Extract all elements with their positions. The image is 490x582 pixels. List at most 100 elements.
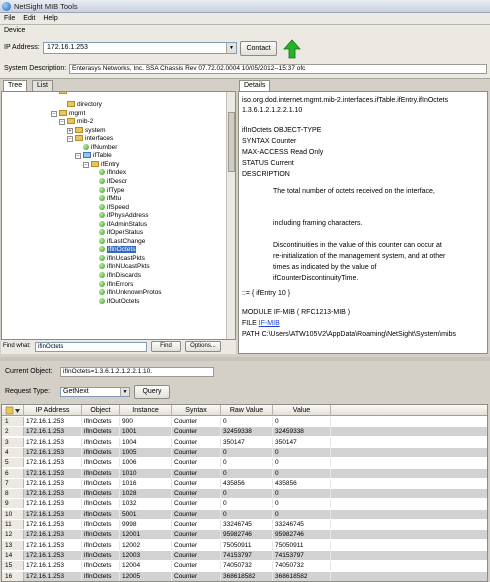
tree-node-ifentry[interactable]: ifEntry bbox=[91, 160, 119, 169]
tree-node-ifinunknownprotos[interactable]: ifInUnknownProtos bbox=[99, 289, 162, 297]
row-number: 8 bbox=[2, 489, 24, 499]
tree-node-directory[interactable]: directory bbox=[67, 101, 102, 109]
tree-node-interfaces[interactable]: interfaces bbox=[75, 135, 113, 143]
table-cell: 368618582 bbox=[273, 571, 331, 581]
tab-tree[interactable]: Tree bbox=[3, 80, 28, 91]
tab-list[interactable]: List bbox=[32, 80, 53, 91]
table-row[interactable]: 15 172.16.1.253 ifInOctets 12004 Counter 7405… bbox=[2, 561, 487, 571]
table-cell: 1005 bbox=[120, 447, 172, 457]
ip-address-value: 172.16.1.253 bbox=[47, 44, 88, 51]
tree-expander[interactable]: − bbox=[59, 119, 65, 126]
folder-icon bbox=[75, 135, 83, 142]
device-group-label: Device bbox=[4, 27, 26, 34]
table-cell: ifInOctets bbox=[82, 550, 120, 560]
col-instance[interactable]: Instance bbox=[120, 405, 172, 416]
tree-scroll-thumb[interactable] bbox=[228, 112, 235, 172]
tree-node-ifinerrors[interactable]: ifInErrors bbox=[99, 280, 133, 289]
tree-node-ifnumber[interactable]: ifNumber bbox=[83, 143, 117, 152]
tree-node-ifspeed[interactable]: ifSpeed bbox=[99, 203, 129, 212]
tree-node-iftype[interactable]: ifType bbox=[99, 186, 124, 195]
find-input[interactable]: ifInOctets bbox=[35, 342, 147, 352]
ip-address-combo[interactable]: 172.16.1.253 ▼ bbox=[43, 42, 237, 54]
leaf-node-icon bbox=[99, 169, 105, 176]
table-cell: 172.16.1.253 bbox=[24, 417, 82, 426]
chevron-down-icon[interactable]: ▼ bbox=[226, 43, 236, 53]
tree-node-ifadminstatus[interactable]: ifAdminStatus bbox=[99, 220, 147, 229]
table-cell: Counter bbox=[172, 509, 221, 519]
table-row[interactable]: 4 172.16.1.253 ifInOctets 1005 Counter 0 0 bbox=[2, 447, 487, 457]
contact-button[interactable]: Contact bbox=[240, 41, 277, 56]
row-number: 7 bbox=[2, 478, 24, 488]
table-row[interactable]: 5 172.16.1.253 ifInOctets 1006 Counter 0 0 bbox=[2, 458, 487, 468]
chevron-down-icon[interactable]: ▼ bbox=[120, 388, 129, 396]
left-tabs: Tree List bbox=[1, 80, 61, 91]
up-arrow-icon[interactable] bbox=[283, 39, 301, 59]
tree-expander[interactable]: − bbox=[75, 153, 81, 160]
tree-node-ifindex[interactable]: ifIndex bbox=[99, 169, 126, 177]
tree-node-ifmtu[interactable]: ifMtu bbox=[99, 195, 121, 203]
table-cell: 0 bbox=[221, 499, 273, 509]
col-syntax[interactable]: Syntax bbox=[172, 405, 221, 416]
header-icon-cell[interactable] bbox=[2, 405, 24, 416]
tree-node-iflastchange[interactable]: ifLastChange bbox=[99, 237, 145, 246]
tree-node-label: ifInNUcastPkts bbox=[107, 263, 150, 271]
table-row[interactable]: 11 172.16.1.253 ifInOctets 9998 Counter 33246… bbox=[2, 520, 487, 529]
splitter[interactable] bbox=[0, 357, 490, 361]
table-row[interactable]: 7 172.16.1.253 ifInOctets 1016 Counter 435856… bbox=[2, 478, 487, 488]
table-cell: 1004 bbox=[120, 437, 172, 447]
table-row[interactable]: 2 172.16.1.253 ifInOctets 1001 Counter 324593… bbox=[2, 427, 487, 437]
tree-expander[interactable]: − bbox=[83, 161, 89, 168]
table-row[interactable]: 16 172.16.1.253 ifInOctets 12005 Counter 3686… bbox=[2, 571, 487, 581]
table-row[interactable]: 1 172.16.1.253 ifInOctets 900 Counter 0 0 bbox=[2, 417, 487, 426]
table-row[interactable]: 8 172.16.1.253 ifInOctets 1028 Counter 0 0 bbox=[2, 489, 487, 499]
request-type-select[interactable]: GetNext ▼ bbox=[60, 387, 130, 397]
tree-node-mgmt[interactable]: mgmt bbox=[59, 109, 85, 118]
tree-node-ifoutoctets[interactable]: ifOutOctets bbox=[99, 297, 140, 306]
table-cell: Counter bbox=[172, 427, 221, 437]
table-row[interactable]: 13 172.16.1.253 ifInOctets 12002 Counter 7505… bbox=[2, 540, 487, 550]
options-button[interactable]: Options... bbox=[185, 341, 221, 352]
col-raw-value[interactable]: Raw Value bbox=[221, 405, 273, 416]
table-cell: 172.16.1.253 bbox=[24, 571, 82, 581]
table-cell: 12004 bbox=[120, 561, 172, 571]
table-row[interactable]: 14 172.16.1.253 ifInOctets 12003 Counter 7415… bbox=[2, 550, 487, 560]
tree-node-partial[interactable] bbox=[59, 92, 69, 96]
status-line: STATUS Current bbox=[242, 160, 294, 167]
query-button[interactable]: Query bbox=[134, 385, 170, 399]
table-row[interactable]: 3 172.16.1.253 ifInOctets 1004 Counter 350147… bbox=[2, 437, 487, 447]
leaf-node-icon bbox=[99, 237, 105, 244]
col-value[interactable]: Value bbox=[273, 405, 331, 416]
tree-node-ifindiscards[interactable]: ifInDiscards bbox=[99, 272, 141, 280]
leaf-node-icon bbox=[99, 203, 105, 210]
tree-scrollbar[interactable] bbox=[226, 92, 235, 339]
leaf-node-icon bbox=[99, 212, 105, 219]
tree-node-mib-2[interactable]: mib-2 bbox=[67, 118, 93, 126]
table-row[interactable]: 10 172.16.1.253 ifInOctets 5001 Counter 0 0 bbox=[2, 509, 487, 519]
table-row[interactable]: 6 172.16.1.253 ifInOctets 1010 Counter 0 0 bbox=[2, 468, 487, 478]
tree-node-iftable[interactable]: ifTable bbox=[83, 152, 112, 160]
menu-edit[interactable]: Edit bbox=[19, 13, 39, 22]
col-ip-address[interactable]: IP Address bbox=[24, 405, 82, 416]
tree-node-ifphysaddress[interactable]: ifPhysAddress bbox=[99, 212, 149, 220]
tree-node-ifdescr[interactable]: ifDescr bbox=[99, 177, 127, 186]
tree-expander[interactable]: − bbox=[67, 136, 73, 143]
leaf-node-icon bbox=[99, 263, 105, 270]
find-button[interactable]: Find bbox=[151, 341, 181, 352]
col-object[interactable]: Object bbox=[82, 405, 120, 416]
tree-expander[interactable]: + bbox=[67, 127, 73, 134]
tree-node-ifinnucastpkts[interactable]: ifInNUcastPkts bbox=[99, 263, 150, 271]
tree-node-system[interactable]: system bbox=[75, 126, 106, 135]
table-cell: 0 bbox=[273, 499, 331, 509]
tab-details[interactable]: Details bbox=[239, 80, 271, 91]
table-row[interactable]: 12 172.16.1.253 ifInOctets 12001 Counter 9598… bbox=[2, 530, 487, 540]
tree-node-ifoperstatus[interactable]: ifOperStatus bbox=[99, 229, 143, 237]
window-title: NetSight MIB Tools bbox=[14, 2, 78, 11]
menu-help[interactable]: Help bbox=[39, 13, 61, 22]
table-row[interactable]: 9 172.16.1.253 ifInOctets 1032 Counter 0 0 bbox=[2, 499, 487, 509]
tree-node-ifinoctets[interactable]: ifInOctets bbox=[99, 246, 137, 254]
tree-expander[interactable]: − bbox=[51, 110, 57, 117]
syntax-line: SYNTAX Counter bbox=[242, 138, 297, 145]
menu-file[interactable]: File bbox=[0, 13, 19, 22]
file-link[interactable]: IF-MIB bbox=[259, 320, 280, 327]
tree-node-ifinucastpkts[interactable]: ifInUcastPkts bbox=[99, 254, 145, 263]
